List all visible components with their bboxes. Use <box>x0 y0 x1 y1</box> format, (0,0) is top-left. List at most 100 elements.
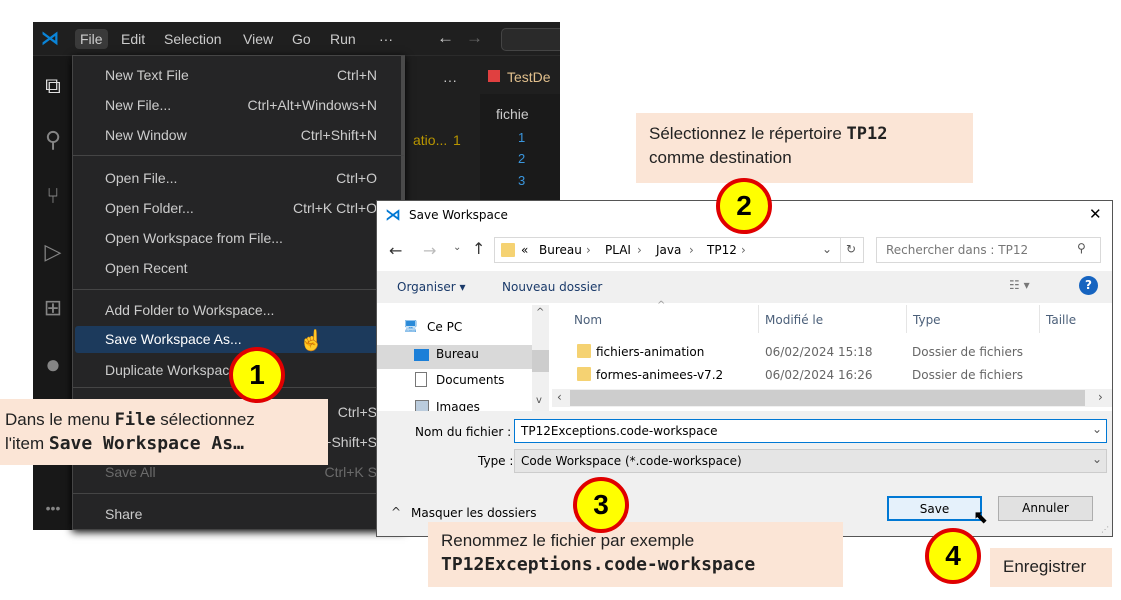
breadcrumb[interactable]: fichie <box>496 106 529 122</box>
close-icon[interactable]: ✕ <box>1089 205 1102 223</box>
column-nom[interactable]: Nom <box>574 313 602 327</box>
menu-run[interactable]: Run <box>330 31 356 47</box>
type-label: Type : <box>478 454 514 468</box>
chevron-up-icon[interactable]: ^ <box>391 505 401 519</box>
menu-item-open-workspace[interactable]: Open Workspace from File... <box>75 225 403 252</box>
path-bureau[interactable]: Bureau <box>539 243 582 257</box>
menu-item-open-recent[interactable]: Open Recent <box>75 255 403 282</box>
explorer-more[interactable]: ··· <box>443 72 457 88</box>
separator <box>73 493 404 494</box>
resize-grip[interactable]: ⋰ <box>1101 525 1109 534</box>
explorer-icon[interactable]: ⧉ <box>41 74 65 98</box>
file-modified: 06/02/2024 15:18 <box>765 345 873 359</box>
menu-item-share[interactable]: Share <box>75 501 403 528</box>
label: New Text File <box>105 67 189 83</box>
menu-file[interactable]: File <box>75 29 108 49</box>
hide-folders-button[interactable]: Masquer les dossiers <box>411 506 536 520</box>
column-type[interactable]: Type <box>913 313 941 327</box>
cancel-button[interactable]: Annuler <box>998 496 1093 521</box>
menu-selection[interactable]: Selection <box>164 31 222 47</box>
menu-item-open-folder[interactable]: Open Folder... Ctrl+K Ctrl+O <box>75 195 403 222</box>
search-input[interactable]: Rechercher dans : TP12 ⚲ <box>876 237 1101 263</box>
horizontal-scrollbar[interactable]: ‹ › <box>552 389 1112 407</box>
search-icon[interactable]: ⚲ <box>1077 241 1086 255</box>
organize-button[interactable]: Organiser ▾ <box>397 280 465 294</box>
file-row[interactable]: fichiers-animation 06/02/2024 15:18 Doss… <box>572 343 1092 363</box>
shortcut: Ctrl+Shift+N <box>300 127 377 143</box>
label: Share <box>105 506 143 522</box>
chevron-down-icon[interactable]: ⌄ <box>1092 422 1102 436</box>
nav-bureau[interactable]: Bureau <box>436 347 479 361</box>
address-bar[interactable]: « Bureau › PLAI › Java › TP12 › ⌄ ↻ <box>494 237 864 263</box>
column-divider <box>1039 305 1040 333</box>
help-icon[interactable]: ? <box>1079 276 1098 295</box>
remote-explorer-icon[interactable]: ● <box>41 351 65 377</box>
java-file-icon <box>488 70 500 82</box>
source-control-icon[interactable]: ⑂ <box>41 184 65 208</box>
label: Duplicate Workspace <box>105 362 238 378</box>
menu-item-add-folder[interactable]: Add Folder to Workspace... <box>75 297 403 324</box>
view-options-icon[interactable]: ☷ ▾ <box>1009 278 1030 292</box>
path-plai[interactable]: PLAI <box>605 243 631 257</box>
path-java[interactable]: Java <box>656 243 681 257</box>
nav-ce-pc[interactable]: Ce PC <box>427 320 462 334</box>
menu-item-new-window[interactable]: New Window Ctrl+Shift+N <box>75 122 403 149</box>
type-select[interactable]: Code Workspace (*.code-workspace) ⌄ <box>514 449 1107 473</box>
problem-item[interactable]: atio... <box>413 132 447 148</box>
filename-input[interactable]: TP12Exceptions.code-workspace ⌄ <box>514 419 1107 443</box>
address-dropdown-icon[interactable]: ⌄ <box>822 242 832 256</box>
back-icon[interactable]: ← <box>437 28 454 48</box>
new-folder-button[interactable]: Nouveau dossier <box>502 280 602 294</box>
callout-step4: Enregistrer <box>990 548 1112 587</box>
column-modified[interactable]: Modifié le <box>765 313 823 327</box>
recent-dropdown-icon[interactable]: ⌄ <box>453 242 461 253</box>
step-badge-1: 1 <box>229 347 285 403</box>
separator <box>73 289 404 290</box>
menu-item-save-workspace-as[interactable]: Save Workspace As... ☝ <box>75 326 403 353</box>
forward-icon[interactable]: → <box>466 28 483 48</box>
hand-cursor-icon: ☝ <box>299 330 324 352</box>
nav-images[interactable]: Images <box>436 400 480 411</box>
editor-tab[interactable]: TestDe <box>480 62 560 94</box>
up-icon[interactable]: ↑ <box>472 239 485 258</box>
toolbar: Organiser ▾ Nouveau dossier ☷ ▾ ? <box>377 271 1112 303</box>
path-sep: › <box>586 243 591 257</box>
command-center[interactable] <box>501 28 560 51</box>
shortcut: Ctrl+K Ctrl+O <box>292 200 377 216</box>
divider <box>840 238 841 262</box>
callout-step3: Renommez le fichier par exemple TP12Exce… <box>428 522 843 587</box>
file-type: Dossier de fichiers <box>912 368 1024 382</box>
back-icon[interactable]: ← <box>389 241 402 260</box>
folder-icon <box>577 344 591 358</box>
filename-label: Nom du fichier : <box>415 425 512 439</box>
path-overflow[interactable]: « <box>521 243 528 257</box>
vscode-logo-icon: ⋊ <box>385 205 401 224</box>
menu-item-open-file[interactable]: Open File... Ctrl+O <box>75 165 403 192</box>
menu-go[interactable]: Go <box>292 31 311 47</box>
forward-icon[interactable]: → <box>423 241 436 260</box>
desktop-icon <box>414 349 429 361</box>
menu-view[interactable]: View <box>243 31 273 47</box>
menu-more[interactable]: ··· <box>379 31 393 47</box>
file-modified: 06/02/2024 16:26 <box>765 368 873 382</box>
more-icon[interactable]: ••• <box>41 496 65 520</box>
refresh-icon[interactable]: ↻ <box>846 242 856 256</box>
menu-item-new-file[interactable]: New File... Ctrl+Alt+Windows+N <box>75 92 403 119</box>
menu-edit[interactable]: Edit <box>121 31 145 47</box>
menu-item-new-text-file[interactable]: New Text File Ctrl+N <box>75 62 403 89</box>
column-size[interactable]: Taille <box>1046 313 1076 327</box>
nav-documents[interactable]: Documents <box>436 373 504 387</box>
nav-scrollbar[interactable]: ^ v <box>532 305 549 411</box>
dialog-title: Save Workspace <box>409 208 508 222</box>
label: Open Workspace from File... <box>105 230 283 246</box>
callout-code: TP12 <box>846 124 888 144</box>
chevron-down-icon: ⌄ <box>1092 452 1103 466</box>
search-icon[interactable]: ⚲ <box>41 128 65 152</box>
column-divider <box>758 305 759 333</box>
file-row[interactable]: formes-animees-v7.2 06/02/2024 16:26 Dos… <box>572 366 1092 386</box>
run-debug-icon[interactable]: ▷ <box>41 240 65 264</box>
extensions-icon[interactable]: ⊞ <box>41 296 65 320</box>
save-button[interactable]: Save <box>887 496 982 521</box>
label: Open File... <box>105 170 178 186</box>
path-tp12[interactable]: TP12 <box>707 243 737 257</box>
